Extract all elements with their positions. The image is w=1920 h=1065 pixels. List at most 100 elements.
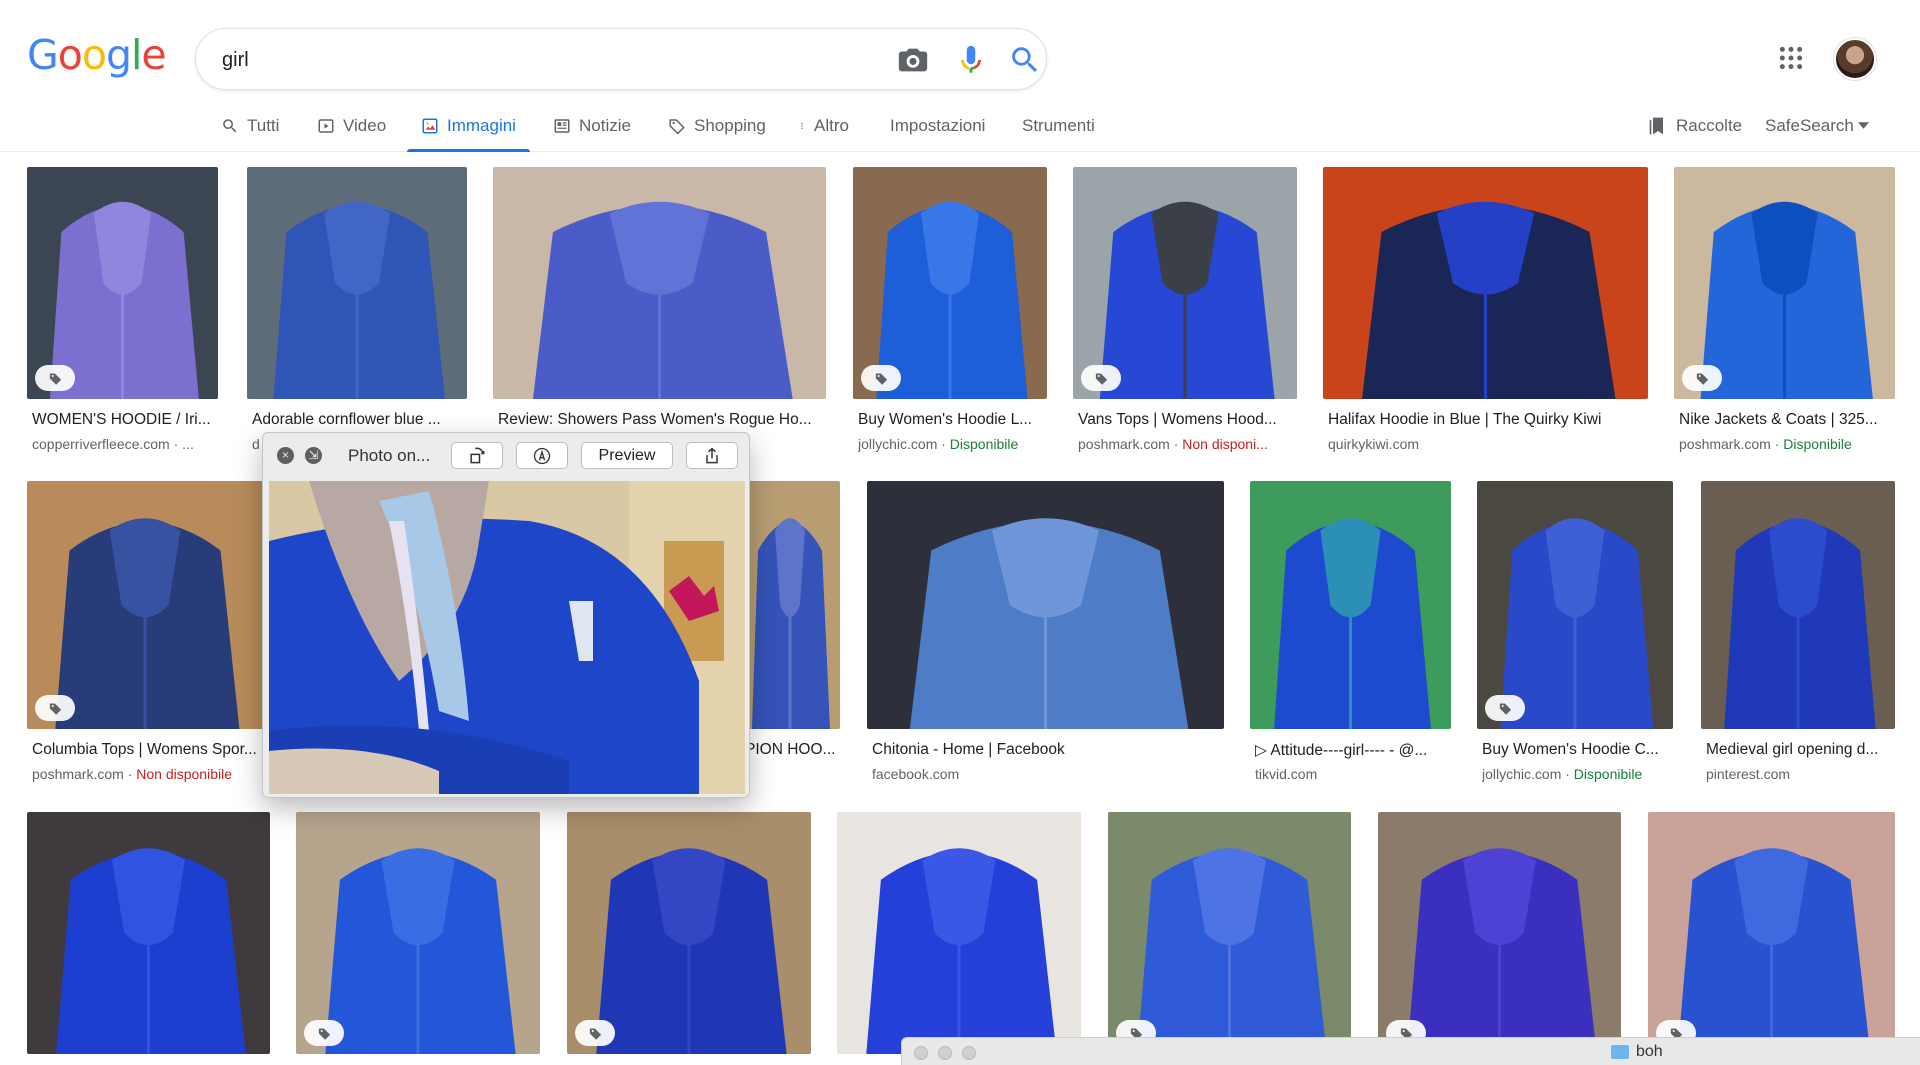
availability-status: Disponibile xyxy=(1573,766,1643,782)
search-box[interactable] xyxy=(195,28,1047,90)
tab-shopping[interactable]: Shopping xyxy=(668,100,766,151)
result-source[interactable]: poshmark.com · Non disponibile xyxy=(32,766,263,782)
result-thumbnail[interactable] xyxy=(740,481,840,729)
share-button[interactable] xyxy=(686,442,738,469)
tab-images[interactable]: Immagini xyxy=(407,100,530,152)
result-thumbnail[interactable] xyxy=(27,812,270,1054)
logo-letter: e xyxy=(141,31,166,79)
product-tag-icon xyxy=(35,695,75,721)
result-title[interactable]: Halifax Hoodie in Blue | The Quirky Kiwi xyxy=(1328,411,1648,429)
result-thumbnail[interactable] xyxy=(1378,812,1621,1054)
close-icon[interactable]: × xyxy=(277,447,294,464)
result-thumbnail[interactable] xyxy=(567,812,811,1054)
tab-news[interactable]: Notizie xyxy=(553,100,631,151)
result-source[interactable]: quirkykiwi.com xyxy=(1328,436,1648,452)
share-icon xyxy=(706,446,718,463)
result-source[interactable]: facebook.com xyxy=(872,766,1224,782)
preview-window[interactable]: × ⇲ Photo on... Preview xyxy=(262,432,750,798)
finder-window-title: boh xyxy=(1636,1043,1663,1060)
result-title[interactable]: Chitonia - Home | Facebook xyxy=(872,741,1224,759)
more-vert-icon xyxy=(801,122,803,129)
logo-letter: g xyxy=(105,31,132,79)
logo-letter: l xyxy=(131,31,142,79)
tab-tools[interactable]: Strumenti xyxy=(1022,100,1095,151)
result-title[interactable]: PION HOO... xyxy=(745,741,840,759)
image-icon xyxy=(422,118,438,133)
news-icon xyxy=(554,118,570,133)
tab-all[interactable]: Tutti xyxy=(221,100,279,151)
result-title[interactable]: Medieval girl opening d... xyxy=(1706,741,1895,759)
result-domain: jollychic.com · xyxy=(858,436,950,452)
result-domain: poshmark.com · xyxy=(1679,436,1784,452)
rotate-button[interactable] xyxy=(451,442,503,469)
result-thumbnail[interactable] xyxy=(837,812,1081,1054)
result-source[interactable]: jollychic.com · Disponibile xyxy=(1482,766,1673,782)
product-tag-icon xyxy=(1081,365,1121,391)
result-thumbnail[interactable] xyxy=(1648,812,1895,1054)
video-icon xyxy=(318,118,334,133)
result-thumbnail[interactable] xyxy=(27,481,263,729)
tab-label: Video xyxy=(343,115,387,135)
product-tag-icon xyxy=(1485,695,1525,721)
safesearch-button[interactable]: SafeSearch xyxy=(1765,100,1869,151)
google-logo[interactable]: Google xyxy=(27,31,167,79)
search-input[interactable] xyxy=(222,43,842,77)
result-thumbnail[interactable] xyxy=(1108,812,1351,1054)
result-source[interactable]: tikvid.com xyxy=(1255,766,1451,782)
result-title[interactable]: Buy Women's Hoodie L... xyxy=(858,411,1047,429)
result-title[interactable]: Vans Tops | Womens Hood... xyxy=(1078,411,1297,429)
tab-label: Immagini xyxy=(447,115,516,135)
result-thumbnail[interactable] xyxy=(1477,481,1673,729)
result-thumbnail[interactable] xyxy=(1701,481,1895,729)
avatar[interactable] xyxy=(1834,38,1876,80)
window-minimize-dot[interactable] xyxy=(938,1046,952,1060)
result-thumbnail[interactable] xyxy=(1250,481,1451,729)
collections-button[interactable]: Raccolte xyxy=(1648,100,1742,151)
tab-more[interactable]: Altro xyxy=(798,100,849,151)
microphone-icon[interactable] xyxy=(954,43,988,77)
open-preview-button[interactable]: Preview xyxy=(581,442,673,469)
fullscreen-icon[interactable]: ⇲ xyxy=(305,447,322,464)
result-source[interactable]: copperriverfleece.com · ... xyxy=(32,436,218,452)
result-title[interactable]: ▷ Attitude----girl---- - @... xyxy=(1255,741,1451,760)
tab-video[interactable]: Video xyxy=(317,100,386,151)
markup-button[interactable] xyxy=(516,442,568,469)
result-title[interactable]: WOMEN'S HOODIE / Iri... xyxy=(32,411,218,429)
result-title[interactable]: Nike Jackets & Coats | 325... xyxy=(1679,411,1895,429)
apps-grid-icon[interactable] xyxy=(1778,45,1804,71)
availability-status: Disponibile xyxy=(949,436,1019,452)
product-tag-icon xyxy=(304,1020,344,1046)
result-title[interactable]: Review: Showers Pass Women's Rogue Ho... xyxy=(498,411,826,429)
result-thumbnail[interactable] xyxy=(1323,167,1648,399)
result-source[interactable]: jollychic.com · Disponibile xyxy=(858,436,1047,452)
tab-settings[interactable]: Impostazioni xyxy=(890,100,985,151)
result-source[interactable]: poshmark.com · Non disponi... xyxy=(1078,436,1297,452)
result-domain: facebook.com xyxy=(872,766,960,782)
result-thumbnail[interactable] xyxy=(247,167,467,399)
result-domain: tikvid.com xyxy=(1255,766,1318,782)
logo-letter: o xyxy=(57,31,83,79)
tab-label: Shopping xyxy=(694,115,766,135)
tab-label: Tutti xyxy=(247,115,280,135)
camera-icon[interactable] xyxy=(896,43,930,77)
product-tag-icon xyxy=(1682,365,1722,391)
window-zoom-dot[interactable] xyxy=(962,1046,976,1060)
availability-status: Non disponi... xyxy=(1182,436,1268,452)
tag-icon xyxy=(669,118,685,134)
finder-window-bar[interactable]: boh xyxy=(901,1037,1920,1065)
result-title[interactable]: Adorable cornflower blue ... xyxy=(252,411,467,429)
caret-down-icon xyxy=(1857,122,1869,129)
result-title[interactable]: Columbia Tops | Womens Spor... xyxy=(32,741,263,759)
preview-titlebar[interactable]: × ⇲ Photo on... Preview xyxy=(263,433,749,477)
result-thumbnail[interactable] xyxy=(296,812,540,1054)
search-icon xyxy=(223,118,237,132)
result-thumbnail[interactable] xyxy=(493,167,826,399)
window-close-dot[interactable] xyxy=(914,1046,928,1060)
product-tag-icon xyxy=(575,1020,615,1046)
result-thumbnail[interactable] xyxy=(867,481,1224,729)
tab-label: Notizie xyxy=(579,115,631,135)
result-title[interactable]: Buy Women's Hoodie C... xyxy=(1482,741,1673,759)
result-source[interactable]: pinterest.com xyxy=(1706,766,1895,782)
search-icon[interactable] xyxy=(1008,43,1042,77)
result-source[interactable]: poshmark.com · Disponibile xyxy=(1679,436,1895,452)
